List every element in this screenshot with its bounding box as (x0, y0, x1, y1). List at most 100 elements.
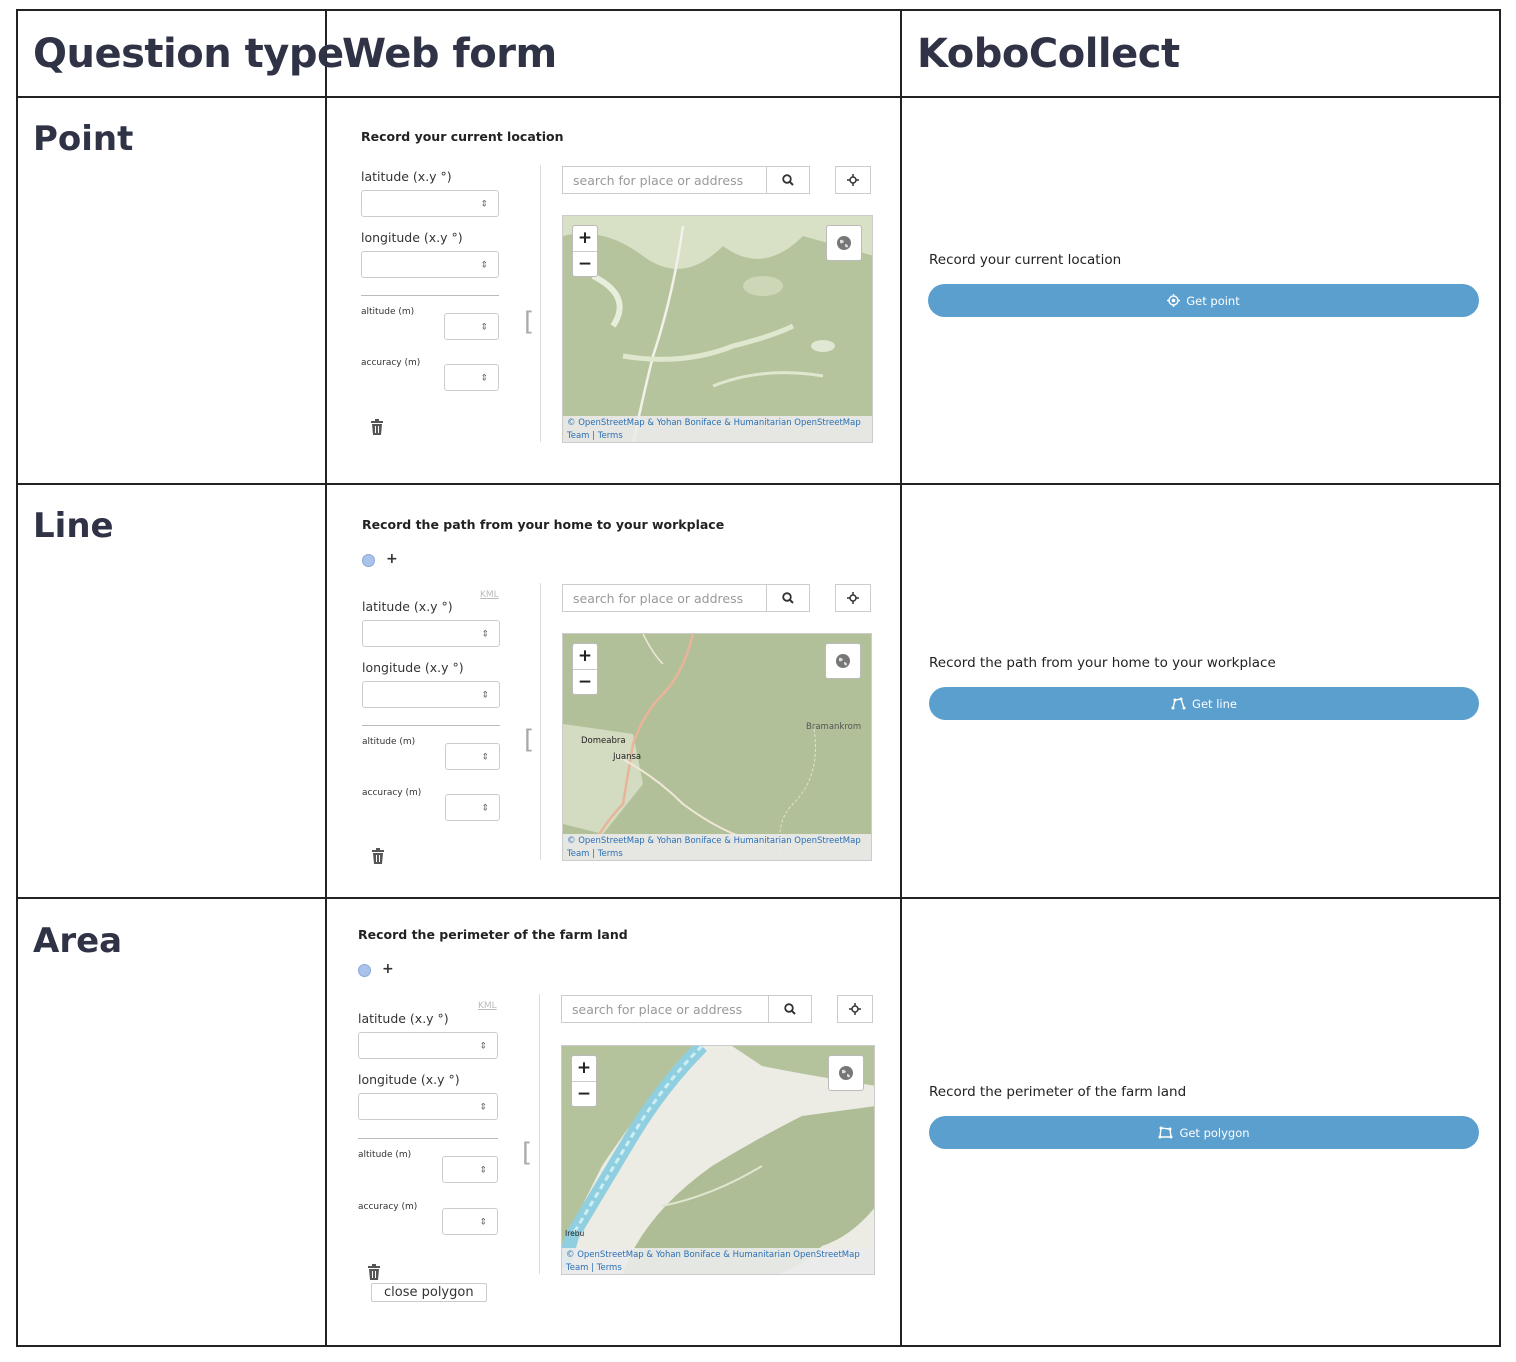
bracket-icon: [ (524, 307, 535, 337)
altitude-input[interactable]: ⇕ (445, 743, 500, 770)
get-line-label: Get line (1192, 696, 1237, 711)
zoom-in-button[interactable]: + (572, 1056, 596, 1082)
zoom-in-button[interactable]: + (573, 644, 597, 670)
place-label: Irebu (565, 1229, 585, 1238)
crosshair-icon (847, 592, 859, 604)
altitude-input[interactable]: ⇕ (444, 313, 499, 340)
spinner-icon[interactable]: ⇕ (481, 752, 489, 761)
longitude-input[interactable]: ⇕ (361, 251, 499, 278)
accuracy-label: accuracy (m) (361, 358, 421, 368)
spinner-icon[interactable]: ⇕ (481, 629, 489, 638)
spinner-icon[interactable]: ⇕ (480, 373, 488, 382)
get-polygon-button[interactable]: Get polygon (929, 1116, 1479, 1149)
layers-button[interactable] (825, 643, 861, 679)
locate-button[interactable] (837, 995, 873, 1023)
accuracy-input[interactable]: ⇕ (442, 1208, 498, 1235)
zoom-out-button[interactable]: − (573, 670, 597, 695)
line-path-icon (1171, 697, 1186, 710)
locate-button[interactable] (835, 166, 871, 194)
row-divider (18, 897, 1499, 899)
zoom-in-button[interactable]: + (573, 226, 597, 252)
longitude-label: longitude (x.y °) (358, 1072, 460, 1087)
close-polygon-button[interactable]: close polygon (371, 1283, 487, 1302)
layers-button[interactable] (828, 1055, 864, 1091)
zoom-control: + − (571, 1055, 597, 1107)
altitude-input[interactable]: ⇕ (442, 1156, 498, 1183)
map-search-input[interactable]: search for place or address (561, 995, 812, 1023)
place-label: Bramankrom (806, 722, 862, 732)
crosshair-icon (849, 1003, 861, 1015)
get-polygon-label: Get polygon (1179, 1125, 1250, 1140)
trash-icon[interactable] (370, 419, 384, 435)
bracket-icon: [ (522, 1138, 533, 1168)
spinner-icon[interactable]: ⇕ (480, 322, 488, 331)
trash-icon[interactable] (371, 848, 385, 864)
divider (539, 994, 540, 1274)
accuracy-input[interactable]: ⇕ (445, 794, 500, 821)
row-label-line: Line (33, 506, 114, 546)
latitude-input[interactable]: ⇕ (361, 190, 499, 217)
longitude-label: longitude (x.y °) (361, 230, 463, 245)
attribution-links[interactable]: Team | Terms (566, 1262, 870, 1275)
row-divider (18, 483, 1499, 485)
get-line-button[interactable]: Get line (929, 687, 1479, 720)
spinner-icon[interactable]: ⇕ (480, 260, 488, 269)
globe-icon (839, 1066, 853, 1080)
accuracy-input[interactable]: ⇕ (444, 364, 499, 391)
attribution-links[interactable]: Team | Terms (567, 848, 867, 861)
spinner-icon[interactable]: ⇕ (481, 803, 489, 812)
altitude-label: altitude (m) (362, 737, 416, 747)
locate-button[interactable] (835, 584, 871, 612)
spinner-icon[interactable]: ⇕ (479, 1165, 487, 1174)
search-button[interactable] (766, 585, 809, 611)
map-attribution: © OpenStreetMap & Yohan Boniface & Human… (563, 416, 872, 442)
latitude-input[interactable]: ⇕ (358, 1032, 498, 1059)
latitude-label: latitude (x.y °) (362, 599, 453, 614)
map-attribution: © OpenStreetMap & Yohan Boniface & Human… (562, 1248, 874, 1274)
point-marker-icon[interactable] (358, 964, 371, 977)
longitude-input[interactable]: ⇕ (358, 1093, 498, 1120)
latitude-input[interactable]: ⇕ (362, 620, 500, 647)
search-icon (784, 1003, 796, 1015)
map[interactable]: + − © OpenStreetMap & Yohan Boniface & H… (562, 215, 873, 443)
map[interactable]: Domeabra Juansa Bramankrom + − © OpenStr… (562, 633, 872, 861)
map[interactable]: Irebu + − © OpenStreetMap & Yohan Bonifa… (561, 1045, 875, 1275)
point-marker-icon[interactable] (362, 554, 375, 567)
globe-icon (836, 654, 850, 668)
spinner-icon[interactable]: ⇕ (479, 1102, 487, 1111)
map-search-input[interactable]: search for place or address (562, 584, 810, 612)
kobo-question-line: Record the path from your home to your w… (929, 655, 1276, 671)
trash-icon[interactable] (367, 1264, 381, 1280)
divider (362, 725, 500, 726)
kml-link[interactable]: KML (480, 590, 499, 600)
zoom-control: + − (572, 643, 598, 695)
crosshair-icon (1167, 294, 1181, 307)
search-button[interactable] (766, 167, 809, 193)
map-search-input[interactable]: search for place or address (562, 166, 810, 194)
add-point-icon[interactable]: + (382, 961, 394, 977)
kobo-question-area: Record the perimeter of the farm land (929, 1084, 1187, 1100)
spinner-icon[interactable]: ⇕ (479, 1217, 487, 1226)
question-title: Record the path from your home to your w… (362, 517, 725, 532)
zoom-out-button[interactable]: − (573, 252, 597, 277)
header-kobocollect: KoboCollect (917, 31, 1180, 77)
search-icon (782, 174, 794, 186)
search-button[interactable] (768, 996, 811, 1022)
attribution-line[interactable]: © OpenStreetMap & Yohan Boniface & Human… (567, 417, 868, 430)
kml-link[interactable]: KML (478, 1001, 497, 1011)
zoom-control: + − (572, 225, 598, 277)
spinner-icon[interactable]: ⇕ (480, 199, 488, 208)
attribution-line[interactable]: © OpenStreetMap & Yohan Boniface & Human… (566, 1249, 870, 1262)
attribution-line[interactable]: © OpenStreetMap & Yohan Boniface & Human… (567, 835, 867, 848)
add-point-icon[interactable]: + (386, 551, 398, 567)
spinner-icon[interactable]: ⇕ (479, 1041, 487, 1050)
attribution-links[interactable]: Team | Terms (567, 430, 868, 443)
spinner-icon[interactable]: ⇕ (481, 690, 489, 699)
zoom-out-button[interactable]: − (572, 1082, 596, 1107)
accuracy-label: accuracy (m) (358, 1202, 418, 1212)
accuracy-label: accuracy (m) (362, 788, 422, 798)
longitude-input[interactable]: ⇕ (362, 681, 500, 708)
row-divider (18, 96, 1499, 98)
get-point-button[interactable]: Get point (928, 284, 1479, 317)
layers-button[interactable] (826, 225, 862, 261)
